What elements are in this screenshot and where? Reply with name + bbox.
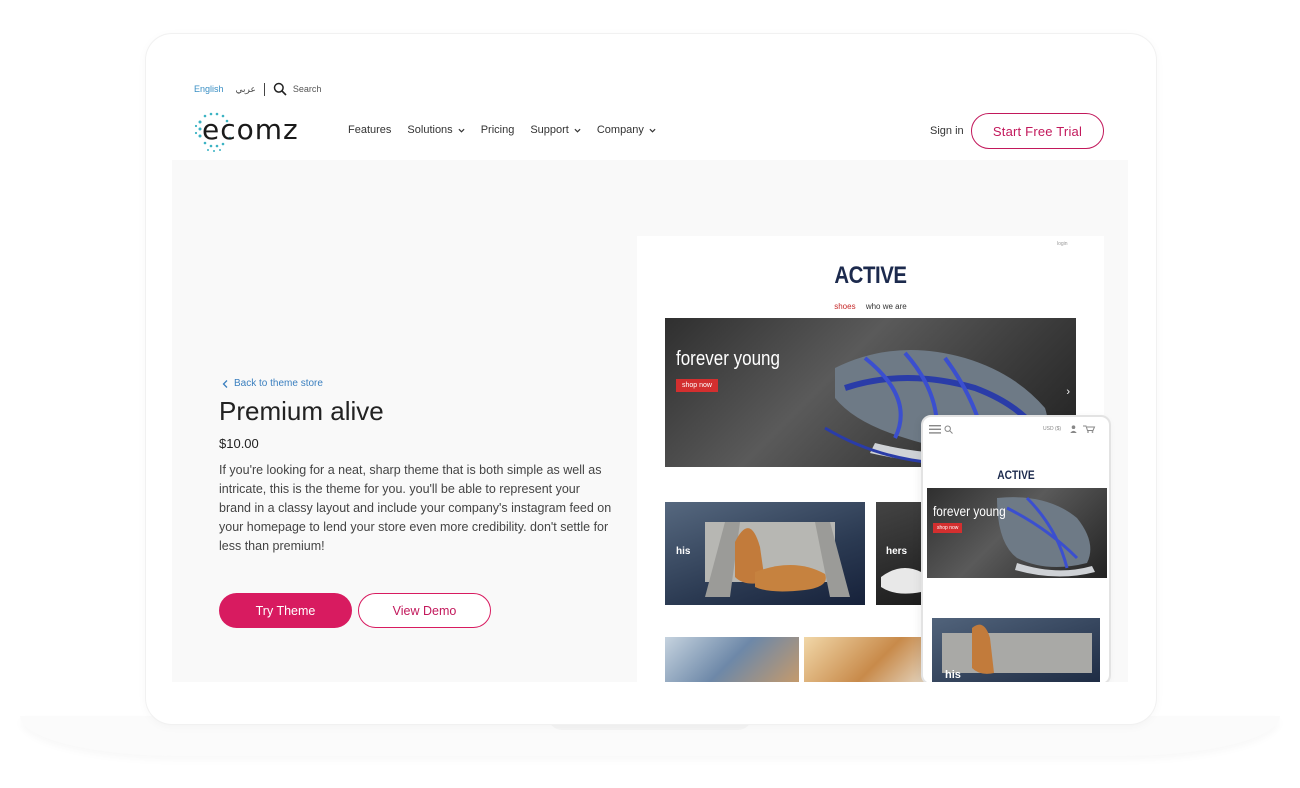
user-icon	[1070, 425, 1077, 433]
phone-shop-now-button: shop now	[933, 523, 963, 533]
preview-nav-who-we-are: who we are	[865, 302, 907, 311]
nav-features[interactable]: Features	[348, 124, 391, 136]
nav-company[interactable]: Company	[597, 124, 656, 136]
language-arabic-link[interactable]: عربي	[236, 84, 256, 95]
utility-bar: English عربي Search	[194, 82, 321, 96]
nav-support-label: Support	[530, 124, 569, 136]
nav-features-label: Features	[348, 124, 392, 136]
preview-login-link: login	[1057, 241, 1068, 247]
preview-nav-shoes: shoes	[834, 302, 856, 311]
preview-tile-sandal	[804, 637, 938, 682]
nav-pricing[interactable]: Pricing	[481, 124, 515, 136]
theme-hero: Back to theme store Premium alive $10.00…	[172, 160, 1128, 682]
language-english-link[interactable]: English	[194, 84, 224, 94]
nav-solutions[interactable]: Solutions	[407, 124, 465, 136]
chevron-right-icon: ›	[1066, 386, 1070, 398]
try-theme-button[interactable]: Try Theme	[219, 593, 352, 628]
view-demo-button[interactable]: View Demo	[358, 593, 491, 628]
chevron-down-icon	[458, 128, 465, 133]
back-to-store-link[interactable]: Back to theme store	[222, 378, 323, 389]
theme-description: If you're looking for a neat, sharp them…	[219, 463, 612, 553]
phone-brand-title: ACTIVE	[997, 468, 1035, 482]
phone-topbar: USD ($)	[929, 425, 1105, 435]
nav-company-label: Company	[596, 124, 644, 136]
utility-divider	[263, 82, 265, 96]
start-free-trial-button[interactable]: Start Free Trial	[971, 113, 1104, 149]
chevron-down-icon	[574, 128, 581, 133]
cart-icon	[1083, 425, 1096, 433]
sneaker-image	[997, 496, 1095, 577]
search-icon[interactable]	[273, 82, 287, 96]
preview-tile-his: his	[665, 502, 865, 605]
preview-tile-denim	[665, 637, 799, 682]
preview-shop-now-button: shop now	[676, 379, 718, 392]
preview-tile-his-label: his	[676, 546, 691, 557]
nav-solutions-label: Solutions	[407, 124, 453, 136]
menu-icon	[929, 425, 941, 434]
search-link[interactable]: Search	[293, 84, 322, 94]
preview-brand-title: ACTIVE	[834, 262, 907, 289]
phone-hero-tagline: forever young	[933, 503, 1006, 519]
svg-text:ecomz: ecomz	[202, 113, 299, 146]
phone-currency: USD ($)	[1043, 426, 1062, 432]
loafer-image	[705, 522, 850, 597]
preview-tile-hers-label: hers	[886, 546, 908, 557]
theme-preview-mobile: USD ($) ACTIVE forever young shop now hi…	[921, 415, 1111, 682]
phone-hero-banner: forever young shop now	[927, 488, 1107, 578]
nav-pricing-label: Pricing	[480, 124, 515, 136]
theme-price: $10.00	[219, 436, 259, 451]
main-nav: Features Solutions Pricing Support Compa…	[348, 124, 672, 136]
back-link-label: Back to theme store	[234, 378, 323, 389]
laptop-screen: English عربي Search ecomz Features Solut…	[172, 60, 1128, 682]
theme-title: Premium alive	[219, 396, 384, 426]
chevron-down-icon	[649, 128, 656, 133]
nav-support[interactable]: Support	[530, 124, 581, 136]
phone-tile-his-label: his	[945, 669, 961, 681]
search-icon	[944, 425, 953, 434]
chevron-left-icon	[222, 379, 228, 388]
ecomz-logo[interactable]: ecomz	[194, 110, 329, 152]
preview-nav: shoes who we are	[637, 302, 1104, 311]
ecomz-logo-mark: ecomz	[194, 112, 299, 152]
sign-in-link[interactable]: Sign in	[930, 125, 964, 137]
preview-hero-tagline: forever young	[676, 348, 780, 370]
phone-tile-his: his	[932, 618, 1100, 682]
